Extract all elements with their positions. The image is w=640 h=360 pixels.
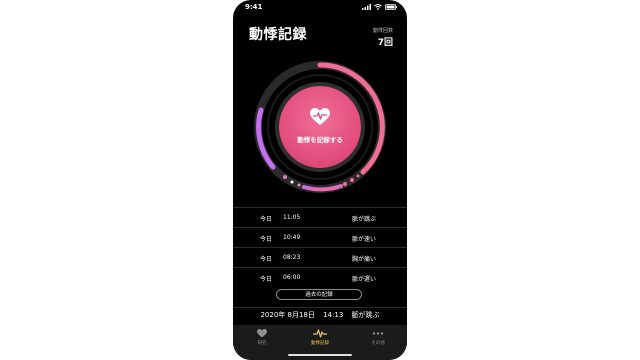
pulse-icon xyxy=(313,329,327,338)
current-note: 脈が跳ぶ xyxy=(351,311,380,319)
tab-label: 研究 xyxy=(257,341,267,346)
tab-other[interactable]: その他 xyxy=(349,329,407,346)
palpitation-count-label: 動悸回数 xyxy=(372,28,393,34)
battery-icon xyxy=(385,4,397,10)
tab-label: 動悸記録 xyxy=(311,341,329,346)
status-time: 9:41 xyxy=(245,3,263,11)
more-icon xyxy=(372,332,384,335)
phone-screen: 9:41 動悸記録 動悸回数 7回 動悸を記録する 今日 11:05 脈が跳ぶ … xyxy=(233,0,407,360)
heart-icon xyxy=(257,329,267,338)
tab-label: その他 xyxy=(371,341,385,346)
status-bar: 9:41 xyxy=(233,0,407,14)
list-item[interactable]: 今日 08:23 胸が痛い xyxy=(233,247,407,267)
ring-dot xyxy=(343,182,347,186)
ring-dot xyxy=(350,178,354,182)
status-icons xyxy=(362,4,397,10)
heart-pulse-icon xyxy=(310,108,330,125)
record-time: 06:00 xyxy=(283,274,301,281)
list-item[interactable]: 今日 06:00 脈が遅い xyxy=(233,267,407,287)
ring-dot xyxy=(283,175,287,179)
page-title: 動悸記録 xyxy=(249,27,307,43)
record-time: 08:23 xyxy=(283,254,301,261)
record-day: 今日 xyxy=(260,236,273,243)
ring-dot xyxy=(297,183,301,187)
record-day: 今日 xyxy=(260,256,273,263)
current-time: 14:13 xyxy=(323,311,344,319)
past-records-button[interactable]: 過去の記録 xyxy=(276,289,362,300)
record-note: 脈が跳ぶ xyxy=(352,216,377,223)
current-date: 2020年 8月18日 xyxy=(260,311,315,319)
record-note: 胸が痛い xyxy=(352,256,377,263)
ring-dot xyxy=(356,174,360,178)
list-item[interactable]: 今日 10:49 脈が速い xyxy=(233,227,407,247)
record-note: 脈が速い xyxy=(352,236,377,243)
palpitation-count-value: 7回 xyxy=(377,38,393,48)
record-day: 今日 xyxy=(260,276,273,283)
record-time: 11:05 xyxy=(283,214,301,221)
record-time: 10:49 xyxy=(283,234,301,241)
ring-dot xyxy=(290,180,294,184)
record-list: 今日 11:05 脈が跳ぶ 今日 10:49 脈が速い 今日 08:23 胸が痛… xyxy=(233,207,407,287)
record-day: 今日 xyxy=(260,216,273,223)
tab-research[interactable]: 研究 xyxy=(233,329,291,346)
current-datetime: 2020年 8月18日 14:13 脈が跳ぶ xyxy=(233,307,407,322)
tab-palpitation-record[interactable]: 動悸記録 xyxy=(291,329,349,346)
record-note: 脈が遅い xyxy=(352,276,377,283)
signal-icon xyxy=(362,4,371,10)
record-button-label: 動悸を記録する xyxy=(297,136,343,144)
record-palpitation-button[interactable]: 動悸を記録する xyxy=(279,86,361,168)
wifi-icon xyxy=(374,4,382,10)
list-item[interactable]: 今日 11:05 脈が跳ぶ xyxy=(233,207,407,227)
home-indicator xyxy=(288,354,352,356)
